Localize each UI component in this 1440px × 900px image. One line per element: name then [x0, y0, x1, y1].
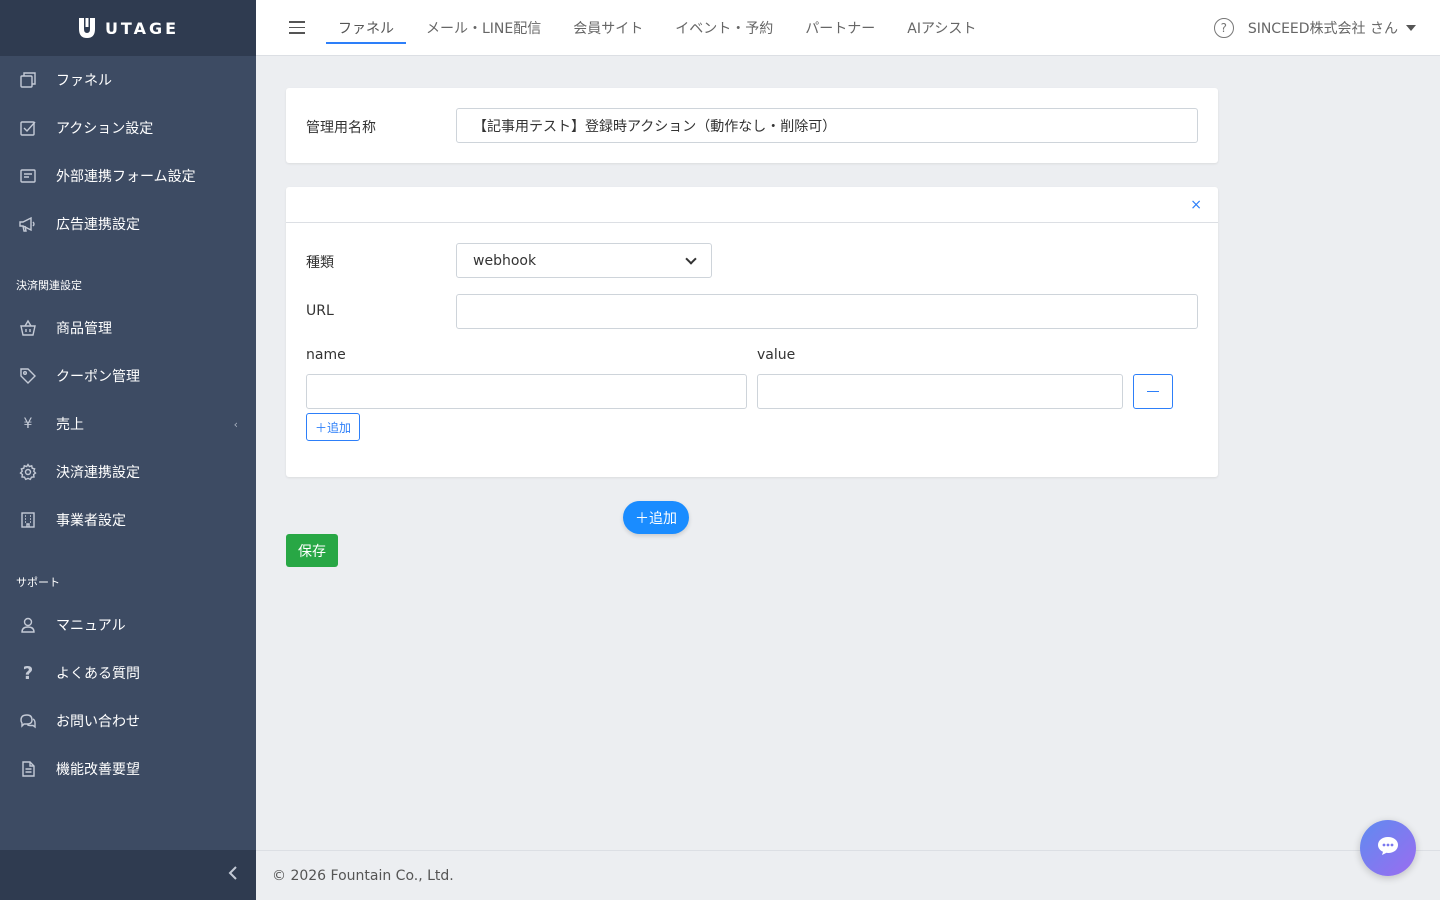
tab-ai-assist[interactable]: AIアシスト — [895, 0, 988, 56]
chat-bubble-icon — [1376, 835, 1400, 861]
sidebar-item-label: お問い合わせ — [56, 714, 140, 730]
url-input[interactable] — [456, 294, 1198, 329]
sidebar-item-label: アクション設定 — [56, 121, 154, 137]
type-label: 種類 — [306, 255, 334, 271]
sidebar-item-label: ファネル — [56, 73, 112, 89]
chevron-down-icon — [685, 252, 697, 265]
sidebar-item-label: よくある質問 — [56, 666, 140, 682]
tag-icon — [18, 366, 38, 386]
url-label: URL — [306, 303, 334, 319]
sidebar-item-products[interactable]: 商品管理 — [0, 308, 256, 348]
sidebar-item-contact[interactable]: お問い合わせ — [0, 701, 256, 741]
chevron-left-icon — [228, 865, 238, 885]
sidebar-item-external-form[interactable]: 外部連携フォーム設定 — [0, 156, 256, 196]
type-select[interactable]: webhook — [456, 243, 712, 278]
sidebar-item-label: 広告連携設定 — [56, 217, 140, 233]
sidebar-item-label: 決済連携設定 — [56, 465, 140, 481]
close-action-button[interactable]: × — [1190, 197, 1202, 213]
document-icon — [18, 759, 38, 779]
yen-icon: ¥ — [23, 416, 33, 432]
utage-logo-icon — [77, 17, 97, 39]
save-button[interactable]: 保存 — [286, 534, 338, 567]
person-icon — [18, 615, 38, 635]
type-select-value: webhook — [473, 252, 537, 269]
sidebar-item-label: 機能改善要望 — [56, 762, 140, 778]
section-payment: 決済関連設定 — [16, 279, 82, 292]
remove-param-button[interactable] — [1133, 374, 1173, 409]
check-square-icon — [18, 118, 38, 138]
param-value-input[interactable] — [757, 374, 1123, 409]
name-card: 管理用名称 【記事用テスト】登録時アクション（動作なし・削除可） — [286, 88, 1218, 163]
sidebar-collapse-button[interactable] — [0, 850, 256, 900]
basket-icon — [18, 318, 38, 338]
caret-down-icon — [1406, 25, 1416, 31]
sidebar-item-feature-request[interactable]: 機能改善要望 — [0, 749, 256, 789]
user-menu[interactable]: SINCEED株式会社 さん — [1248, 18, 1416, 38]
param-value-label: value — [757, 347, 796, 363]
brand[interactable]: UTAGE — [0, 0, 256, 56]
megaphone-icon — [18, 214, 38, 234]
tab-event-reservation[interactable]: イベント・予約 — [663, 0, 785, 56]
sidebar-item-manual[interactable]: マニュアル — [0, 605, 256, 645]
building-icon — [18, 510, 38, 530]
tab-funnel[interactable]: ファネル — [326, 0, 406, 56]
chevron-left-icon: ‹ — [233, 417, 238, 431]
section-support: サポート — [16, 576, 60, 589]
param-name-label: name — [306, 347, 346, 363]
brand-name: UTAGE — [104, 18, 180, 38]
add-param-button[interactable]: ＋追加 — [306, 413, 361, 441]
sidebar-item-business-settings[interactable]: 事業者設定 — [0, 500, 256, 540]
sidebar-item-coupons[interactable]: クーポン管理 — [0, 356, 256, 396]
sidebar-item-payment-integration[interactable]: 決済連携設定 — [0, 452, 256, 492]
copy-icon — [18, 70, 38, 90]
help-icon[interactable]: ? — [1213, 18, 1234, 38]
sidebar-item-label: クーポン管理 — [56, 369, 140, 385]
user-name: SINCEED株式会社 さん — [1247, 21, 1398, 37]
question-icon: ? — [22, 662, 34, 684]
sidebar-item-label: 事業者設定 — [56, 513, 126, 529]
action-card: × 種類 webhook URL name value ＋追加 — [286, 187, 1218, 477]
sidebar-item-funnel[interactable]: ファネル — [0, 60, 256, 100]
name-label: 管理用名称 — [306, 120, 376, 136]
name-input[interactable]: 【記事用テスト】登録時アクション（動作なし・削除可） — [456, 108, 1198, 143]
action-card-header: × — [286, 187, 1218, 223]
footer: © 2026 Fountain Co., Ltd. — [256, 850, 1440, 900]
tab-partner[interactable]: パートナー — [793, 0, 887, 56]
sidebar-item-action-settings[interactable]: アクション設定 — [0, 108, 256, 148]
sidebar-item-label: 商品管理 — [56, 321, 112, 337]
param-name-input[interactable] — [306, 374, 747, 409]
add-action-button[interactable]: ＋追加 — [623, 501, 689, 534]
hamburger-menu-icon[interactable] — [289, 21, 305, 34]
top-navbar: ファネル メール・LINE配信 会員サイト イベント・予約 パートナー AIアシ… — [256, 0, 1440, 56]
gear-icon — [18, 462, 38, 482]
tab-mail-line[interactable]: メール・LINE配信 — [414, 0, 553, 56]
tab-member-site[interactable]: 会員サイト — [561, 0, 655, 56]
minus-icon — [1147, 391, 1159, 392]
sidebar-item-ad-settings[interactable]: 広告連携設定 — [0, 204, 256, 244]
sidebar: UTAGE ファネル アクション設定 外部連携フォーム設定 広告連携設定 決済関… — [0, 0, 256, 900]
copyright: © 2026 Fountain Co., Ltd. — [272, 867, 454, 884]
form-icon — [18, 166, 38, 186]
chat-icon — [18, 711, 38, 731]
sidebar-item-label: 外部連携フォーム設定 — [56, 169, 196, 185]
sidebar-item-label: 売上 — [56, 417, 84, 433]
sidebar-item-label: マニュアル — [56, 618, 126, 634]
sidebar-item-sales[interactable]: ¥ 売上 ‹ — [0, 404, 256, 444]
header-right: ? SINCEED株式会社 さん — [1213, 0, 1416, 56]
chat-widget-button[interactable] — [1360, 820, 1416, 876]
sidebar-item-faq[interactable]: ? よくある質問 — [0, 653, 256, 693]
